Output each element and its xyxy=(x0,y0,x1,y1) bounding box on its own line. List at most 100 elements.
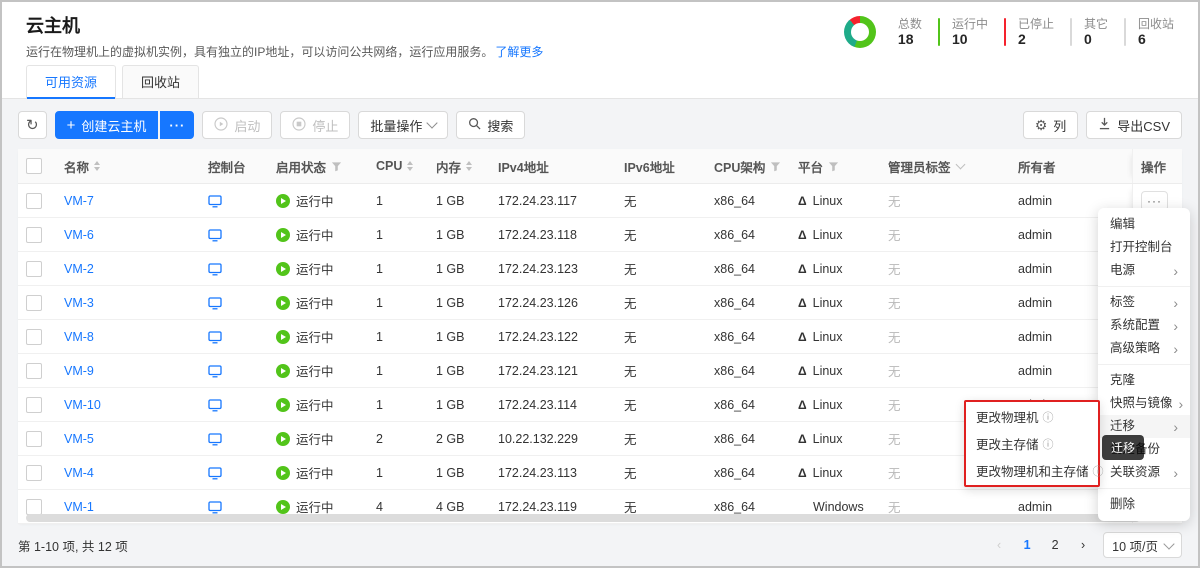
menu-item-advanced-policy[interactable]: 高级策略› xyxy=(1098,337,1190,360)
menu-item-system-config[interactable]: 系统配置› xyxy=(1098,314,1190,337)
instance-name-link[interactable]: VM-6 xyxy=(64,228,94,242)
platform-text: Linux xyxy=(813,364,843,378)
instance-name-link[interactable]: VM-1 xyxy=(64,500,94,514)
column-header-arch[interactable]: CPU架构 xyxy=(706,157,790,176)
submenu-item-change-host[interactable]: 更改物理机ⓘ xyxy=(966,403,1098,430)
create-more-actions-button[interactable]: ··· xyxy=(160,111,194,139)
menu-item-open-console[interactable]: 打开控制台 xyxy=(1098,236,1190,259)
page-number-1[interactable]: 1 xyxy=(1017,534,1037,556)
row-checkbox[interactable] xyxy=(26,329,42,345)
tab-recycle-bin[interactable]: 回收站 xyxy=(122,65,199,98)
create-instance-button[interactable]: + 创建云主机 xyxy=(55,111,159,139)
instance-name-link[interactable]: VM-4 xyxy=(64,466,94,480)
menu-item-edit[interactable]: 编辑 xyxy=(1098,213,1190,236)
filter-icon[interactable] xyxy=(828,161,839,172)
next-page-button[interactable]: › xyxy=(1073,534,1093,556)
menu-item-tags[interactable]: 标签› xyxy=(1098,291,1190,314)
cell-ipv4: 172.24.23.113 xyxy=(490,466,616,480)
row-checkbox[interactable] xyxy=(26,227,42,243)
filter-icon[interactable] xyxy=(331,161,342,172)
batch-actions-button[interactable]: 批量操作 xyxy=(358,111,448,139)
console-icon[interactable] xyxy=(208,262,222,276)
cell-arch: x86_64 xyxy=(706,466,790,480)
console-icon[interactable] xyxy=(208,194,222,208)
select-all-checkbox[interactable] xyxy=(26,158,42,174)
menu-item-clone[interactable]: 克隆 xyxy=(1098,369,1190,392)
menu-item-snapshot-image[interactable]: 快照与镜像› xyxy=(1098,392,1190,415)
horizontal-scrollbar[interactable] xyxy=(26,514,1174,522)
sort-icon[interactable] xyxy=(94,161,100,171)
console-icon[interactable] xyxy=(208,296,222,310)
column-header-status[interactable]: 启用状态 xyxy=(268,157,368,176)
cell-ipv4: 172.24.23.121 xyxy=(490,364,616,378)
column-header-action: 操作 xyxy=(1132,149,1182,183)
filter-icon[interactable] xyxy=(770,161,781,172)
console-icon[interactable] xyxy=(208,398,222,412)
row-checkbox[interactable] xyxy=(26,499,42,515)
submenu-item-label: 更改主存储 xyxy=(976,434,1039,453)
row-checkbox[interactable] xyxy=(26,295,42,311)
table-row: VM-7运行中11 GB172.24.23.117无x86_64ΔLinux无a… xyxy=(18,184,1182,218)
status-text: 运行中 xyxy=(296,361,334,380)
instance-name-link[interactable]: VM-8 xyxy=(64,330,94,344)
menu-item-related-resources[interactable]: 关联资源› xyxy=(1098,461,1190,484)
console-icon[interactable] xyxy=(208,330,222,344)
column-header-name[interactable]: 名称 xyxy=(56,157,200,176)
console-icon[interactable] xyxy=(208,432,222,446)
page-size-select[interactable]: 10 项/页 xyxy=(1103,532,1182,558)
sort-icon[interactable] xyxy=(407,161,413,171)
row-checkbox[interactable] xyxy=(26,397,42,413)
instance-name-link[interactable]: VM-7 xyxy=(64,194,94,208)
refresh-button[interactable]: ↻ xyxy=(18,111,47,139)
menu-item-label: 克隆 xyxy=(1110,369,1135,392)
tab-available[interactable]: 可用资源 xyxy=(26,65,116,98)
instance-name-link[interactable]: VM-9 xyxy=(64,364,94,378)
scrollbar-thumb[interactable] xyxy=(26,514,1140,522)
platform-text: Linux xyxy=(813,466,843,480)
stat-item-running: 运行中10 xyxy=(938,17,988,48)
row-checkbox[interactable] xyxy=(26,431,42,447)
menu-item-label: 删除 xyxy=(1110,493,1135,516)
row-checkbox[interactable] xyxy=(26,261,42,277)
cell-mem: 2 GB xyxy=(428,432,490,446)
row-checkbox[interactable] xyxy=(26,193,42,209)
column-header-tag[interactable]: 管理员标签 xyxy=(880,157,1010,176)
column-header-cpu[interactable]: CPU xyxy=(368,159,428,173)
column-header-mem[interactable]: 内存 xyxy=(428,157,490,176)
row-checkbox[interactable] xyxy=(26,363,42,379)
cell-ipv6: 无 xyxy=(616,327,706,346)
console-icon[interactable] xyxy=(208,466,222,480)
stat-value: 6 xyxy=(1138,31,1174,48)
search-button[interactable]: 搜索 xyxy=(456,111,525,139)
instance-name-link[interactable]: VM-10 xyxy=(64,398,101,412)
cell-cpu: 1 xyxy=(368,296,428,310)
submenu-item-change-host-and-storage[interactable]: 更改物理机和主存储ⓘ xyxy=(966,457,1098,484)
instance-name-link[interactable]: VM-5 xyxy=(64,432,94,446)
learn-more-link[interactable]: 了解更多 xyxy=(495,45,543,59)
toolbar-right: ⚙ 列 导出CSV xyxy=(1023,111,1182,139)
menu-item-label: 快照与镜像 xyxy=(1110,392,1173,415)
cell-arch: x86_64 xyxy=(706,228,790,242)
menu-item-power[interactable]: 电源› xyxy=(1098,259,1190,282)
stat-bar xyxy=(1124,18,1126,46)
menu-item-label: 高级策略 xyxy=(1110,337,1160,360)
menu-item-label: 打开控制台 xyxy=(1110,236,1173,259)
stop-button[interactable]: 停止 xyxy=(280,111,350,139)
console-icon[interactable] xyxy=(208,228,222,242)
instance-name-link[interactable]: VM-3 xyxy=(64,296,94,310)
column-header-platform[interactable]: 平台 xyxy=(790,157,880,176)
export-csv-button[interactable]: 导出CSV xyxy=(1086,111,1182,139)
console-icon[interactable] xyxy=(208,364,222,378)
cell-admin-tag: 无 xyxy=(880,293,1010,312)
submenu-item-change-storage[interactable]: 更改主存储ⓘ xyxy=(966,430,1098,457)
columns-settings-button[interactable]: ⚙ 列 xyxy=(1023,111,1079,139)
cell-admin-tag: 无 xyxy=(880,225,1010,244)
page-number-2[interactable]: 2 xyxy=(1045,534,1065,556)
row-checkbox[interactable] xyxy=(26,465,42,481)
prev-page-button[interactable]: ‹ xyxy=(989,534,1009,556)
start-button[interactable]: 启动 xyxy=(202,111,272,139)
sort-icon[interactable] xyxy=(466,161,472,171)
menu-item-delete[interactable]: 删除 xyxy=(1098,493,1190,516)
instance-name-link[interactable]: VM-2 xyxy=(64,262,94,276)
console-icon[interactable] xyxy=(208,500,222,514)
